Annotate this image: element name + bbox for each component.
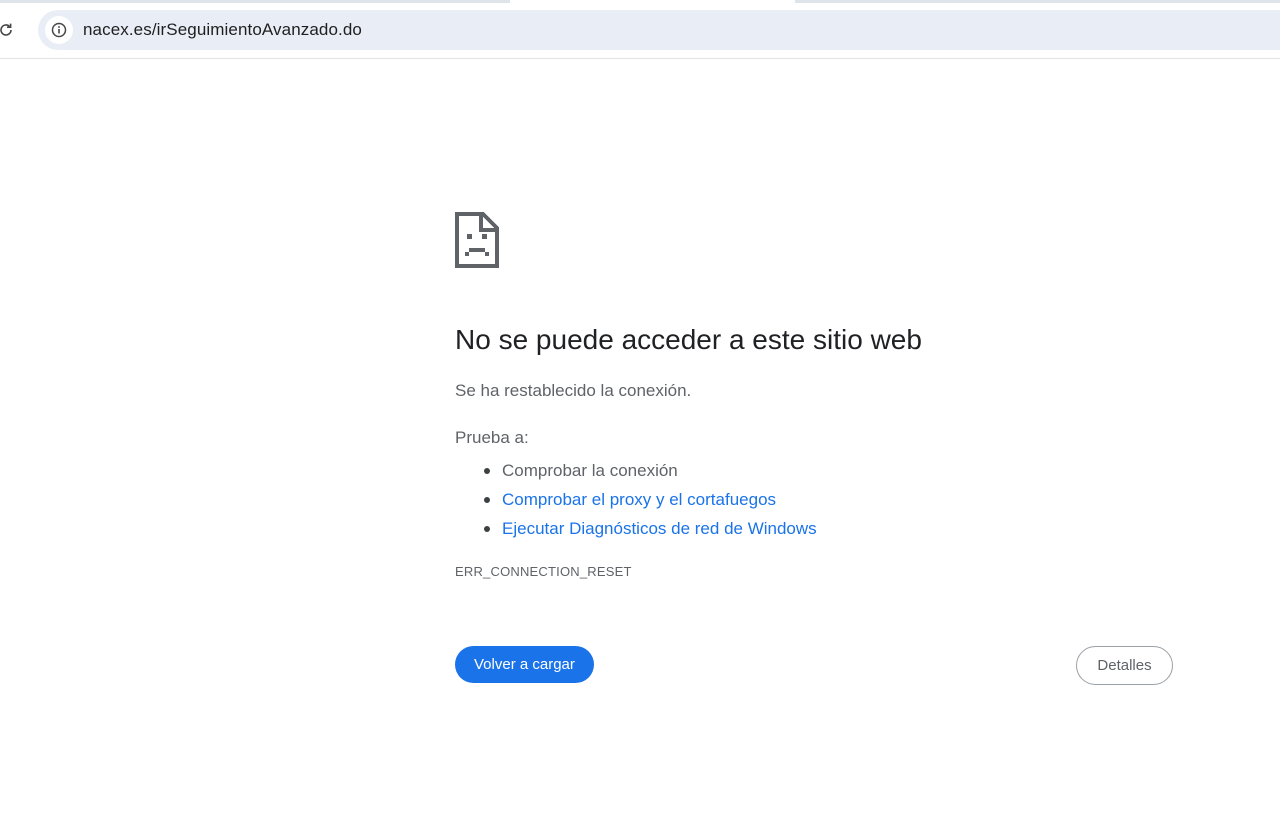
reload-button[interactable]: Volver a cargar <box>455 646 594 683</box>
url-text[interactable]: nacex.es/irSeguimientoAvanzado.do <box>83 20 362 40</box>
error-code: ERR_CONNECTION_RESET <box>455 564 632 579</box>
details-button[interactable]: Detalles <box>1076 646 1173 685</box>
suggestions-label: Prueba a: <box>455 428 529 447</box>
tab-strip-edge <box>795 0 1280 3</box>
suggestion-check-connection: Comprobar la conexión <box>484 456 817 485</box>
tab-strip-edge <box>0 0 510 3</box>
error-description: Se ha restablecido la conexión. <box>455 381 692 400</box>
reload-icon[interactable] <box>0 18 18 42</box>
browser-toolbar: nacex.es/irSeguimientoAvanzado.do <box>0 0 1280 59</box>
suggestion-network-diagnostics-link[interactable]: Ejecutar Diagnósticos de red de Windows <box>484 514 817 543</box>
error-headline: No se puede acceder a este sitio web <box>455 324 922 355</box>
sad-document-icon <box>455 212 499 268</box>
suggestion-check-proxy-link[interactable]: Comprobar el proxy y el cortafuegos <box>484 485 817 514</box>
info-icon[interactable] <box>45 16 73 44</box>
address-bar[interactable]: nacex.es/irSeguimientoAvanzado.do <box>38 10 1280 50</box>
suggestions-list: Comprobar la conexión Comprobar el proxy… <box>455 456 817 543</box>
